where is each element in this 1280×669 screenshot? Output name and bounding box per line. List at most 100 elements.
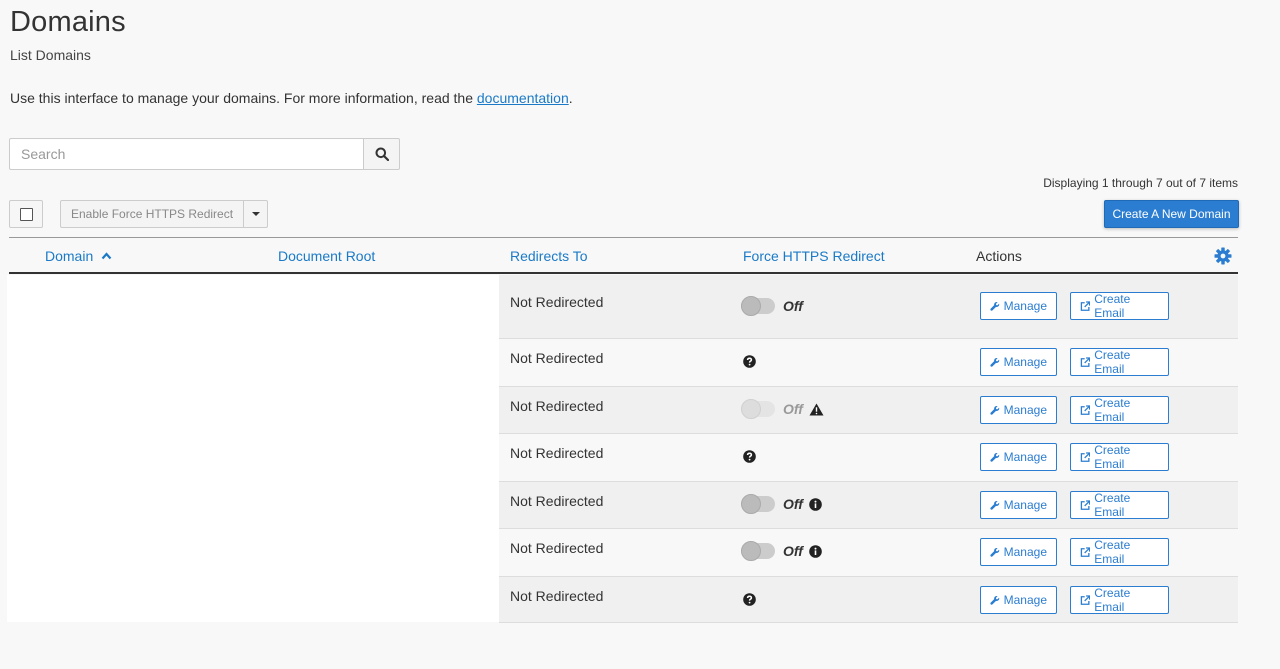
- force-https-state-label: Off: [783, 298, 803, 314]
- column-header-domain[interactable]: Domain: [45, 248, 112, 264]
- column-header-force-https[interactable]: Force HTTPS Redirect: [743, 248, 885, 264]
- bulk-action-dropdown-toggle[interactable]: [244, 200, 269, 228]
- manage-button[interactable]: Manage: [980, 586, 1057, 614]
- wrench-icon: [990, 357, 1000, 367]
- manage-button-label: Manage: [1003, 355, 1047, 369]
- column-header-document-root[interactable]: Document Root: [278, 248, 375, 264]
- row-actions: Manage Create Email: [980, 396, 1169, 424]
- external-link-icon: [1080, 451, 1091, 462]
- table-row: Not Redirected Off Manage Create Email: [499, 387, 1238, 434]
- column-header-actions: Actions: [976, 248, 1022, 264]
- table-row: Not Redirected Off Manage Create Email: [499, 529, 1238, 577]
- create-email-button[interactable]: Create Email: [1070, 292, 1169, 320]
- create-email-button[interactable]: Create Email: [1070, 348, 1169, 376]
- chevron-down-icon: [251, 212, 260, 216]
- column-header-domain-label: Domain: [45, 248, 94, 264]
- warning-icon[interactable]: [809, 403, 824, 416]
- force-https-toggle[interactable]: [741, 296, 775, 316]
- manage-button-label: Manage: [1003, 403, 1047, 417]
- redirects-to-cell: Not Redirected: [510, 350, 604, 366]
- external-link-icon: [1080, 404, 1091, 415]
- page-title: Domains: [10, 6, 126, 38]
- intro-text-body: Use this interface to manage your domain…: [10, 90, 473, 106]
- column-header-redirects-to[interactable]: Redirects To: [510, 248, 588, 264]
- toggle-knob: [741, 296, 761, 316]
- row-actions: Manage Create Email: [980, 348, 1169, 376]
- manage-button[interactable]: Manage: [980, 396, 1057, 424]
- domain-column-blank-area: [7, 275, 499, 622]
- question-icon[interactable]: [743, 593, 756, 609]
- create-new-domain-button[interactable]: Create A New Domain: [1104, 200, 1239, 228]
- manage-button-label: Manage: [1003, 498, 1047, 512]
- create-email-button-label: Create Email: [1094, 396, 1131, 424]
- manage-button-label: Manage: [1003, 450, 1047, 464]
- create-email-button-label: Create Email: [1094, 292, 1131, 320]
- force-https-state-label: Off: [783, 401, 803, 417]
- search-input[interactable]: [9, 138, 364, 170]
- manage-button[interactable]: Manage: [980, 491, 1057, 519]
- table-row: Not Redirected Manage Create Email: [499, 434, 1238, 482]
- row-actions: Manage Create Email: [980, 586, 1169, 614]
- create-email-button-label: Create Email: [1094, 586, 1131, 614]
- external-link-icon: [1080, 499, 1091, 510]
- row-actions: Manage Create Email: [980, 538, 1169, 566]
- table-header: Domain Document Root Redirects To Force …: [9, 237, 1238, 274]
- row-actions: Manage Create Email: [980, 491, 1169, 519]
- toggle-knob: [741, 494, 761, 514]
- force-https-control: Off: [741, 399, 824, 419]
- manage-button[interactable]: Manage: [980, 348, 1057, 376]
- redirects-to-cell: Not Redirected: [510, 445, 604, 461]
- create-email-button[interactable]: Create Email: [1070, 586, 1169, 614]
- create-email-button[interactable]: Create Email: [1070, 491, 1169, 519]
- force-https-toggle[interactable]: [741, 541, 775, 561]
- sort-ascending-icon: [101, 252, 112, 260]
- table-body: Not Redirected Off Manage Create Email Not R…: [499, 275, 1238, 623]
- table-row: Not Redirected Manage Create Email: [499, 577, 1238, 623]
- force-https-state-label: Off: [783, 496, 803, 512]
- wrench-icon: [990, 500, 1000, 510]
- page-subtitle: List Domains: [10, 47, 91, 63]
- manage-button[interactable]: Manage: [980, 292, 1057, 320]
- force-https-state-label: Off: [783, 543, 803, 559]
- info-icon[interactable]: [809, 497, 822, 511]
- pagination-summary: Displaying 1 through 7 out of 7 items: [1043, 176, 1238, 190]
- search-icon: [375, 147, 389, 161]
- external-link-icon: [1080, 300, 1091, 311]
- domains-table: Domain Document Root Redirects To Force …: [9, 237, 1238, 274]
- force-https-control: Off: [741, 494, 822, 514]
- create-email-button[interactable]: Create Email: [1070, 443, 1169, 471]
- external-link-icon: [1080, 356, 1091, 367]
- info-icon[interactable]: [809, 544, 822, 558]
- redirects-to-cell: Not Redirected: [510, 398, 604, 414]
- question-icon[interactable]: [743, 355, 756, 371]
- redirects-to-cell: Not Redirected: [510, 588, 604, 604]
- create-email-button-label: Create Email: [1094, 443, 1131, 471]
- create-email-button[interactable]: Create Email: [1070, 396, 1169, 424]
- external-link-icon: [1080, 594, 1091, 605]
- table-row: Not Redirected Off Manage Create Email: [499, 275, 1238, 339]
- force-https-toggle[interactable]: [741, 494, 775, 514]
- create-email-button-label: Create Email: [1094, 348, 1131, 376]
- documentation-link[interactable]: documentation: [477, 90, 569, 106]
- manage-button[interactable]: Manage: [980, 538, 1057, 566]
- create-email-button[interactable]: Create Email: [1070, 538, 1169, 566]
- search-button[interactable]: [363, 138, 400, 170]
- wrench-icon: [990, 547, 1000, 557]
- gear-icon[interactable]: [1214, 247, 1232, 265]
- question-icon[interactable]: [743, 450, 756, 466]
- wrench-icon: [990, 301, 1000, 311]
- redirects-to-cell: Not Redirected: [510, 493, 604, 509]
- toggle-knob: [741, 541, 761, 561]
- manage-button-label: Manage: [1003, 545, 1047, 559]
- manage-button[interactable]: Manage: [980, 443, 1057, 471]
- manage-button-label: Manage: [1003, 299, 1047, 313]
- manage-button-label: Manage: [1003, 593, 1047, 607]
- force-https-control: Off: [741, 296, 803, 316]
- force-https-control: Off: [741, 541, 822, 561]
- enable-force-https-button[interactable]: Enable Force HTTPS Redirect: [60, 200, 245, 228]
- select-all-checkbox[interactable]: [9, 200, 43, 228]
- wrench-icon: [990, 405, 1000, 415]
- row-actions: Manage Create Email: [980, 443, 1169, 471]
- intro-text-end: .: [568, 90, 573, 106]
- table-row: Not Redirected Off Manage Create Email: [499, 482, 1238, 529]
